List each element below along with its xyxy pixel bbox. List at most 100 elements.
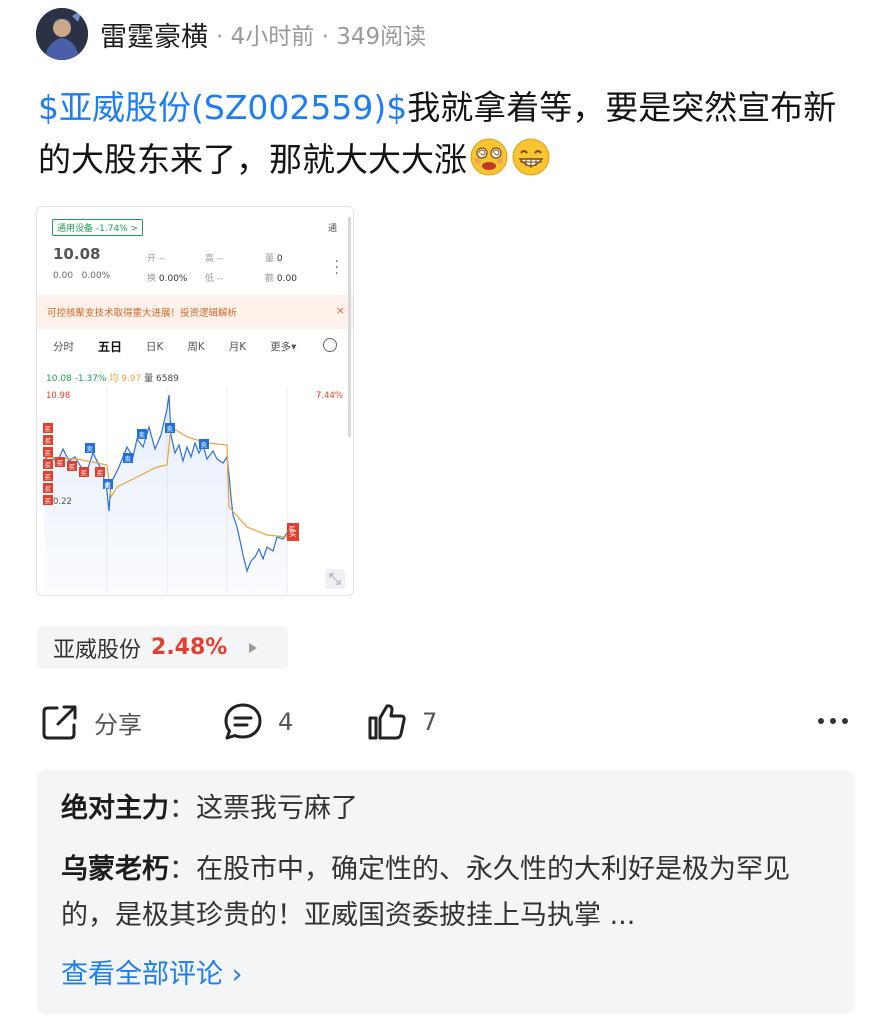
tab-intraday: 分时 bbox=[53, 341, 74, 353]
action-bar: 分享 4 7 bbox=[40, 698, 856, 746]
comment-item: 绝对主力：这票我亏麻了 bbox=[61, 786, 358, 832]
turnover-label: 换 bbox=[147, 274, 157, 284]
author-name[interactable]: 雷霆豪横 bbox=[100, 15, 208, 54]
line-info: 10.08 -1.37% 均 9.97 量 6589 bbox=[46, 371, 179, 384]
read-count: 349阅读 bbox=[336, 24, 427, 50]
buy-marker-label: 买 bbox=[45, 437, 52, 445]
amount-value: 0.00 bbox=[276, 274, 297, 284]
stock-tag-pct: 2.48% bbox=[151, 635, 228, 660]
sell-marker-label: 卖 bbox=[87, 445, 94, 453]
sell-marker-label: 卖 bbox=[125, 455, 132, 463]
line-price: 10.08 bbox=[46, 374, 72, 384]
turnover-value: 0.00% bbox=[158, 274, 188, 284]
snapshot-price: 10.08 bbox=[53, 245, 101, 263]
comment-author[interactable]: 绝对主力 bbox=[61, 793, 169, 824]
snapshot-change: 0.00 0.00% bbox=[53, 271, 110, 281]
view-all-comments-link[interactable]: 查看全部评论 › bbox=[61, 952, 242, 998]
comment-author[interactable]: 乌蒙老朽 bbox=[61, 854, 169, 885]
scrollbar bbox=[348, 217, 351, 437]
line-pct: -1.37% bbox=[74, 374, 107, 384]
comment-sep: ： bbox=[169, 793, 196, 824]
post-header: 雷霆豪横 · 4小时前 · 349阅读 bbox=[36, 8, 426, 60]
banner-text: 可控核聚变技术取得重大进展！投资逻辑解析 bbox=[47, 308, 238, 319]
like-button[interactable]: 7 bbox=[366, 698, 437, 746]
sell-marker-label: 卖 bbox=[167, 425, 174, 433]
tong-label: 通 bbox=[327, 224, 337, 234]
stock-tag-name: 亚威股份 bbox=[53, 637, 142, 663]
sell-marker-label: 卖 bbox=[105, 481, 112, 489]
buy-marker-label: 买 bbox=[45, 425, 52, 433]
sell-marker-label: 卖 bbox=[201, 441, 208, 449]
line-avg: 均 9.97 bbox=[109, 374, 142, 384]
amount-field: 额 0.00 bbox=[265, 271, 297, 284]
open-field: 开 -- bbox=[147, 251, 165, 264]
buy-marker-label: 买 bbox=[45, 497, 52, 505]
share-icon bbox=[42, 705, 77, 740]
buy-marker-label: 买 bbox=[45, 461, 52, 469]
more-options-icon[interactable] bbox=[812, 718, 848, 724]
like-count: 7 bbox=[422, 708, 438, 736]
post-body: $亚威股份(SZ002559)$我就拿着等，要是突然宣布新的大股东来了，那就大大… bbox=[38, 82, 858, 186]
open-value: -- bbox=[158, 254, 166, 264]
grinning-face-emoji-icon bbox=[512, 138, 550, 176]
high-value: -- bbox=[216, 254, 224, 264]
comment-count: 4 bbox=[278, 708, 294, 736]
settings-icon bbox=[323, 338, 337, 352]
turnover-field: 换 0.00% bbox=[147, 271, 187, 284]
change-abs: 0.00 bbox=[53, 271, 74, 281]
close-icon: × bbox=[335, 304, 345, 317]
share-button[interactable]: 分享 bbox=[40, 698, 142, 746]
buy-marker-label: 买 bbox=[69, 463, 76, 471]
tab-monthly-k: 月K bbox=[228, 341, 247, 353]
sell-marker-label: 卖 bbox=[139, 431, 146, 439]
volume-label: 量 bbox=[265, 254, 275, 264]
stock-tag[interactable]: 亚威股份 2.48% bbox=[37, 626, 288, 669]
thumbs-up-icon bbox=[368, 704, 406, 740]
buy-marker-label: 买 bbox=[289, 525, 296, 533]
axis-high: 10.98 bbox=[46, 391, 71, 401]
sector-tag: 通用设备 -1.74% > bbox=[52, 219, 144, 236]
amount-label: 额 bbox=[265, 274, 275, 284]
avatar[interactable] bbox=[36, 8, 88, 60]
buy-marker-label: 买 bbox=[97, 469, 104, 477]
axis-high-pct: 7.44% bbox=[315, 391, 343, 401]
dizzy-face-emoji-icon bbox=[470, 138, 508, 176]
expand-icon bbox=[325, 569, 345, 589]
share-label: 分享 bbox=[94, 710, 142, 739]
volume-field: 量 0 bbox=[265, 251, 283, 264]
buy-marker-label: 买 bbox=[45, 485, 52, 493]
low-value: -- bbox=[216, 274, 224, 284]
comments-panel: 绝对主力：这票我亏麻了 乌蒙老朽：在股市中，确定性的、永久性的大利好是极为罕见的… bbox=[37, 770, 855, 1014]
change-pct: 0.00% bbox=[81, 271, 111, 281]
buy-marker-label: 买 bbox=[45, 449, 52, 457]
high-label: 高 bbox=[205, 254, 215, 264]
open-label: 开 bbox=[147, 254, 157, 264]
buy-marker-label: 买 bbox=[81, 469, 88, 477]
post-meta: · 4小时前 · 349阅读 bbox=[216, 24, 427, 50]
comment-sep: ： bbox=[169, 854, 196, 885]
comment-button[interactable]: 4 bbox=[222, 698, 293, 746]
volume-value: 0 bbox=[276, 254, 283, 264]
axis-low: 0.22 bbox=[53, 497, 72, 507]
more-vertical-icon: · · · bbox=[334, 254, 339, 282]
tab-five-day: 五日 bbox=[98, 340, 123, 354]
buy-marker-label: 买 bbox=[57, 459, 64, 467]
tab-more: 更多▾ bbox=[270, 341, 297, 353]
comment-text: 这票我亏麻了 bbox=[196, 793, 358, 824]
play-arrow-icon bbox=[249, 642, 258, 653]
low-label: 低 bbox=[205, 274, 215, 284]
attached-screenshot[interactable]: 通用设备 -1.74% > 通 10.08 0.00 0.00% 开 -- 高 … bbox=[36, 206, 354, 596]
line-vol: 量 6589 bbox=[144, 374, 179, 384]
price-chart: 卖 买 买买买买买买买买 买买 买买卖卖卖卖卖卖 bbox=[43, 387, 299, 595]
stock-link[interactable]: $亚威股份(SZ002559)$ bbox=[38, 88, 407, 127]
chart-tabs: 分时 五日 日K 周K 月K 更多▾ bbox=[53, 339, 343, 355]
tab-daily-k: 日K bbox=[146, 341, 164, 353]
tab-weekly-k: 周K bbox=[187, 341, 205, 353]
high-field: 高 -- bbox=[205, 251, 223, 264]
comment-icon bbox=[224, 703, 262, 740]
low-field: 低 -- bbox=[205, 271, 223, 284]
news-banner: 可控核聚变技术取得重大进展！投资逻辑解析 × bbox=[37, 295, 353, 329]
buy-marker-label: 买 bbox=[45, 473, 52, 481]
post-time: 4小时前 bbox=[230, 24, 315, 50]
comment-item: 乌蒙老朽：在股市中，确定性的、永久性的大利好是极为罕见的，是极其珍贵的！亚威国资… bbox=[61, 847, 841, 939]
